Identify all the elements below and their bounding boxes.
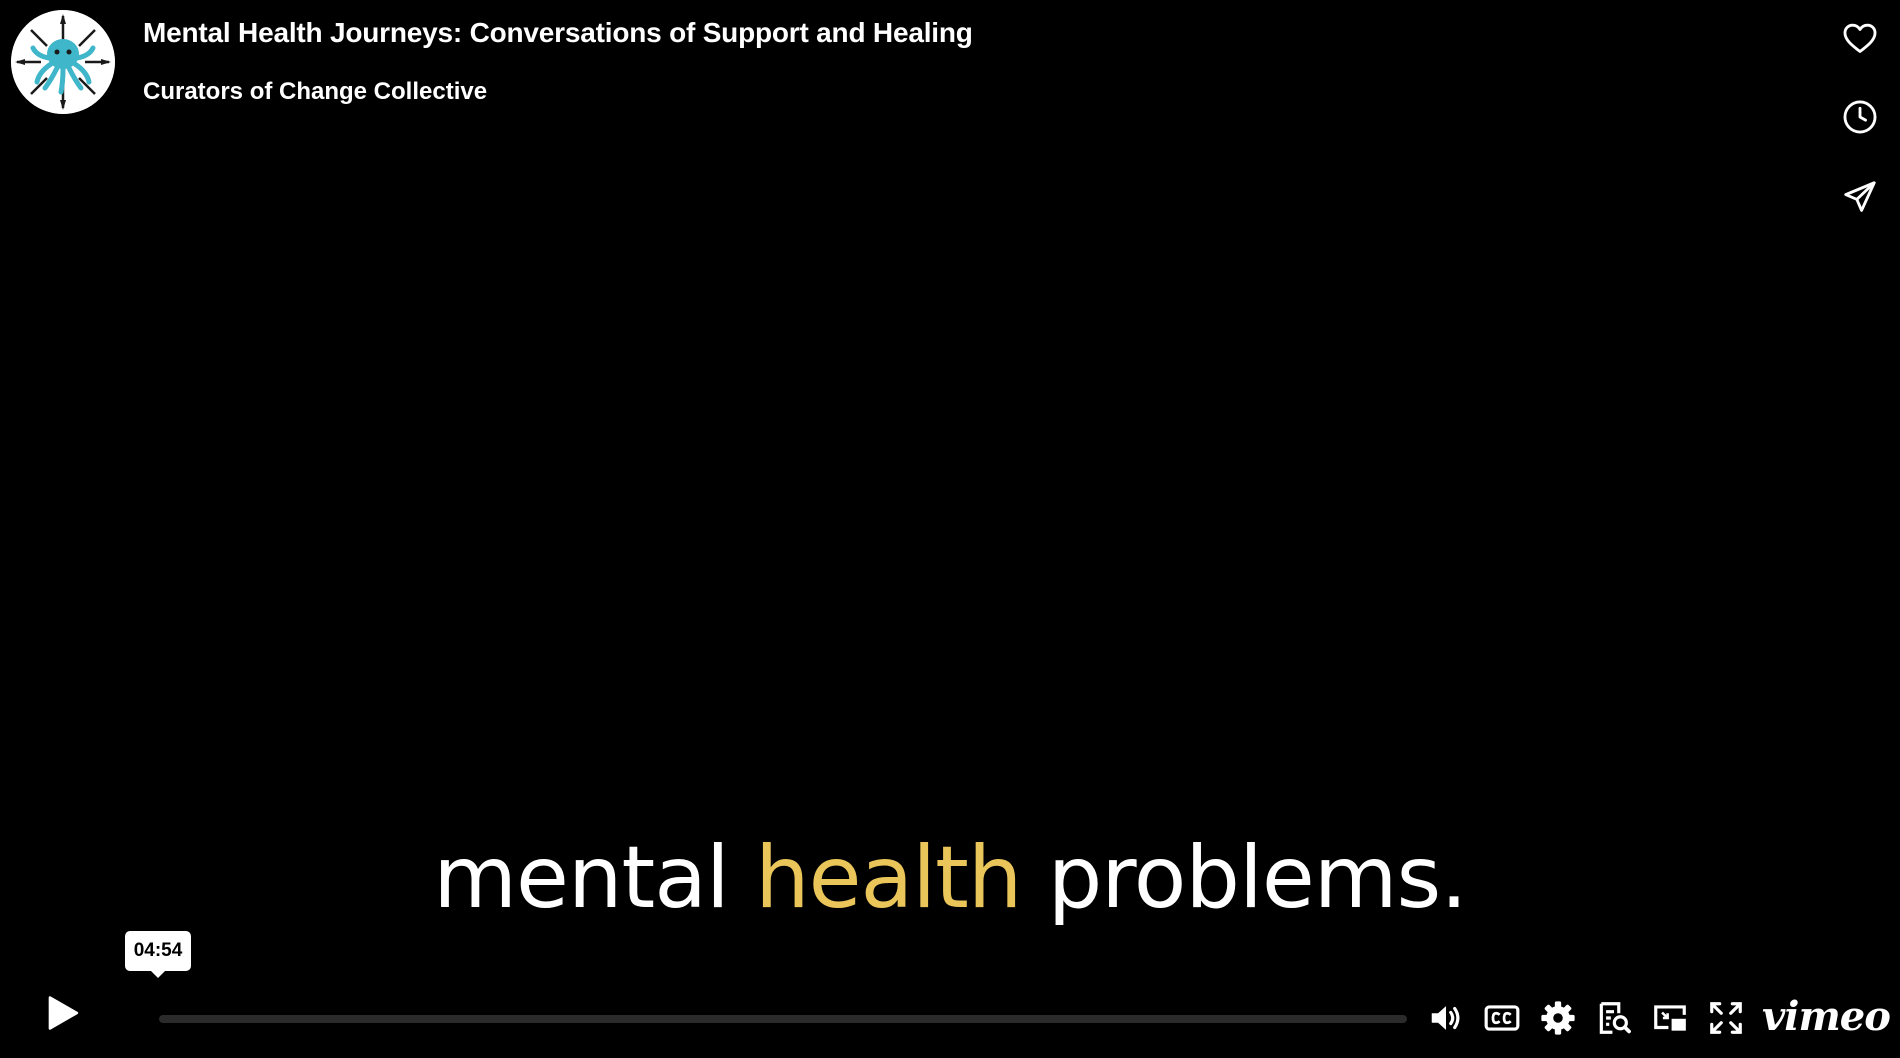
player-controls: 04:54 vimeo bbox=[0, 931, 1900, 1058]
cc-icon bbox=[1484, 1005, 1520, 1031]
video-title[interactable]: Mental Health Journeys: Conversations of… bbox=[143, 17, 973, 49]
time-tooltip: 04:54 bbox=[125, 931, 191, 978]
clock-icon bbox=[1843, 100, 1877, 134]
channel-avatar[interactable] bbox=[11, 10, 115, 114]
progress-bar[interactable] bbox=[159, 1015, 1407, 1023]
control-icons-group bbox=[1424, 996, 1760, 1040]
transcript-search-icon bbox=[1599, 1002, 1631, 1034]
octopus-logo-icon bbox=[11, 10, 115, 114]
player-header: Mental Health Journeys: Conversations of… bbox=[0, 0, 1700, 130]
watch-later-button[interactable] bbox=[1840, 97, 1880, 137]
play-icon bbox=[48, 996, 79, 1030]
video-player[interactable]: Mental Health Journeys: Conversations of… bbox=[0, 0, 1900, 1058]
volume-icon bbox=[1431, 1006, 1460, 1030]
subtitle-caption: mental health problems. bbox=[0, 828, 1900, 928]
caption-text-before: mental bbox=[433, 828, 756, 928]
like-button[interactable] bbox=[1840, 18, 1880, 58]
gear-icon bbox=[1541, 1001, 1575, 1035]
heart-icon bbox=[1843, 23, 1877, 53]
settings-button[interactable] bbox=[1536, 996, 1580, 1040]
picture-in-picture-icon bbox=[1654, 1005, 1686, 1031]
side-action-bar bbox=[1800, 0, 1900, 240]
channel-name-link[interactable]: Curators of Change Collective bbox=[143, 78, 487, 106]
picture-in-picture-button[interactable] bbox=[1648, 996, 1692, 1040]
transcript-button[interactable] bbox=[1592, 996, 1636, 1040]
volume-button[interactable] bbox=[1424, 996, 1468, 1040]
fullscreen-expand-icon bbox=[1710, 1002, 1742, 1034]
vimeo-logo[interactable]: vimeo bbox=[1762, 993, 1891, 1040]
caption-text-after: problems. bbox=[1021, 828, 1468, 928]
play-button[interactable] bbox=[40, 990, 86, 1036]
closed-captions-button[interactable] bbox=[1480, 996, 1524, 1040]
fullscreen-button[interactable] bbox=[1704, 996, 1748, 1040]
caption-text-highlight: health bbox=[755, 828, 1022, 928]
paper-plane-icon bbox=[1844, 181, 1876, 212]
share-button[interactable] bbox=[1840, 177, 1880, 217]
